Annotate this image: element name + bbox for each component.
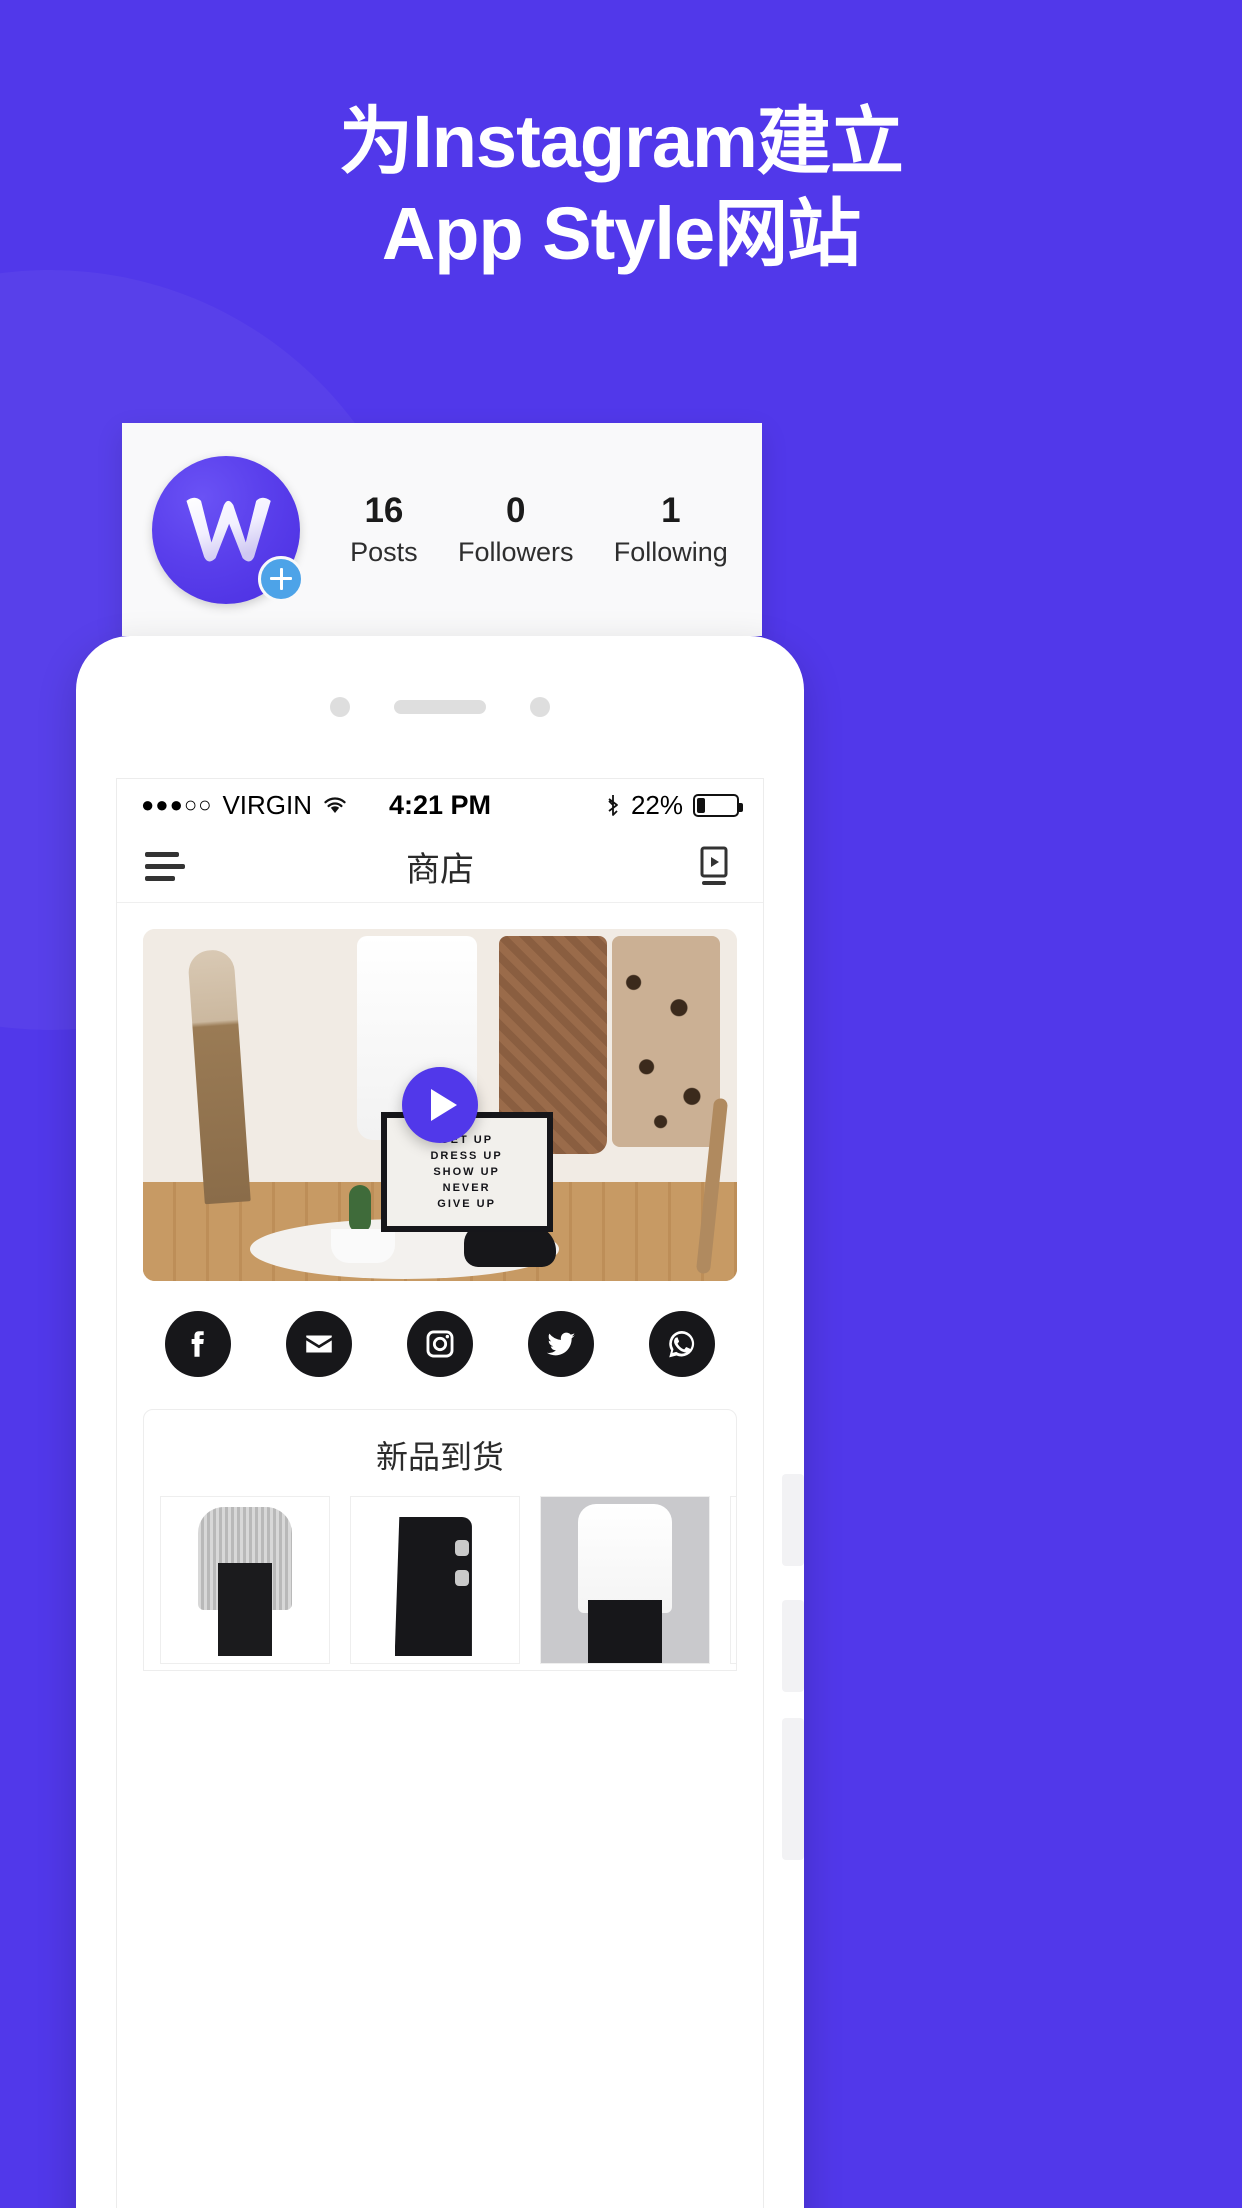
stat-following: 1 Following [614, 489, 728, 571]
product-card[interactable] [730, 1496, 736, 1664]
profile-stats: 16 Posts 0 Followers 1 Following [300, 489, 762, 571]
product-image [577, 1503, 673, 1614]
social-links-row [117, 1281, 763, 1387]
product-image-detail [454, 1540, 469, 1557]
hero-video-thumbnail[interactable]: GET UP DRESS UP SHOW UP NEVER GIVE UP [143, 929, 737, 1281]
headline-line-1: 为Instagram建立 [339, 100, 904, 183]
new-arrivals-title: 新品到货 [375, 1439, 504, 1475]
product-carousel[interactable] [144, 1496, 736, 1664]
stat-posts-value: 16 [364, 490, 404, 530]
status-bar-time: 4:21 PM [388, 789, 492, 820]
navbar-left [145, 852, 215, 881]
status-bar: ●●●○○ VIRGIN 4:21 PM 22% [117, 779, 763, 831]
twitter-icon[interactable] [528, 1311, 594, 1377]
product-image-detail [588, 1599, 662, 1663]
instagram-icon[interactable] [407, 1311, 473, 1377]
stat-following-value: 1 [661, 490, 681, 530]
bluetooth-icon [608, 795, 618, 816]
play-icon[interactable] [402, 1067, 478, 1143]
poster-line-3: SHOW UP [433, 1165, 500, 1178]
status-bar-left: ●●●○○ VIRGIN [141, 790, 389, 821]
stat-followers-label: Followers [457, 536, 574, 567]
stat-following-label: Following [613, 536, 728, 567]
phone-mockup: ●●●○○ VIRGIN 4:21 PM 22% 商店 GET UP DRESS… [76, 636, 804, 2208]
battery-percent-label: 22% [630, 789, 684, 820]
avatar[interactable] [152, 455, 304, 604]
poster-line-5: GIVE UP [437, 1197, 496, 1210]
product-card[interactable] [350, 1496, 520, 1664]
email-icon[interactable] [286, 1311, 352, 1377]
video-player-icon[interactable] [693, 845, 735, 889]
hero-cactus [349, 1185, 372, 1234]
stat-followers: 0 Followers [458, 489, 574, 571]
phone-side-button[interactable] [782, 1600, 804, 1692]
app-navbar: 商店 [117, 831, 763, 903]
poster-line-4: NEVER [442, 1181, 491, 1194]
hamburger-menu-icon[interactable] [145, 852, 185, 881]
navbar-right [665, 845, 735, 889]
stat-posts-label: Posts [350, 536, 418, 567]
new-arrivals-section: 新品到货 [143, 1409, 737, 1671]
headline-line-2: App Style网站 [381, 192, 861, 275]
plus-icon[interactable] [258, 555, 304, 602]
status-bar-right: 22% [491, 789, 744, 821]
product-image-detail [218, 1563, 272, 1657]
product-card[interactable] [160, 1496, 330, 1664]
hero-pot [331, 1229, 396, 1264]
signal-dots-icon: ●●●○○ [141, 792, 213, 817]
hero-leopard-coat [612, 936, 721, 1148]
carrier-label: VIRGIN [222, 789, 313, 820]
product-image-detail [454, 1570, 469, 1587]
facebook-icon[interactable] [165, 1311, 231, 1377]
play-triangle [431, 1089, 457, 1121]
speaker-grill [394, 700, 486, 714]
stat-followers-value: 0 [505, 490, 526, 530]
whatsapp-icon[interactable] [649, 1311, 715, 1377]
product-image [394, 1516, 472, 1657]
instagram-profile-card: 16 Posts 0 Followers 1 Following [122, 423, 762, 636]
phone-screen: ●●●○○ VIRGIN 4:21 PM 22% 商店 GET UP DRESS… [116, 778, 764, 2208]
stat-posts: 16 Posts [350, 489, 418, 571]
navbar-title: 商店 [406, 851, 474, 889]
phone-side-button[interactable] [782, 1718, 804, 1860]
phone-top-bezel [76, 636, 804, 778]
page-title: 为Instagram建立 App Style网站 [0, 96, 1242, 280]
promo-screenshot: 为Instagram建立 App Style网站 16 Posts 0 Foll… [0, 0, 1242, 2208]
battery-fill [697, 797, 706, 813]
poster-line-2: DRESS UP [430, 1149, 503, 1162]
product-card[interactable] [540, 1496, 710, 1664]
phone-side-button[interactable] [782, 1474, 804, 1566]
battery-icon [693, 793, 744, 817]
wifi-icon [324, 797, 346, 813]
sensor-icon [530, 697, 550, 717]
camera-icon [330, 697, 350, 717]
